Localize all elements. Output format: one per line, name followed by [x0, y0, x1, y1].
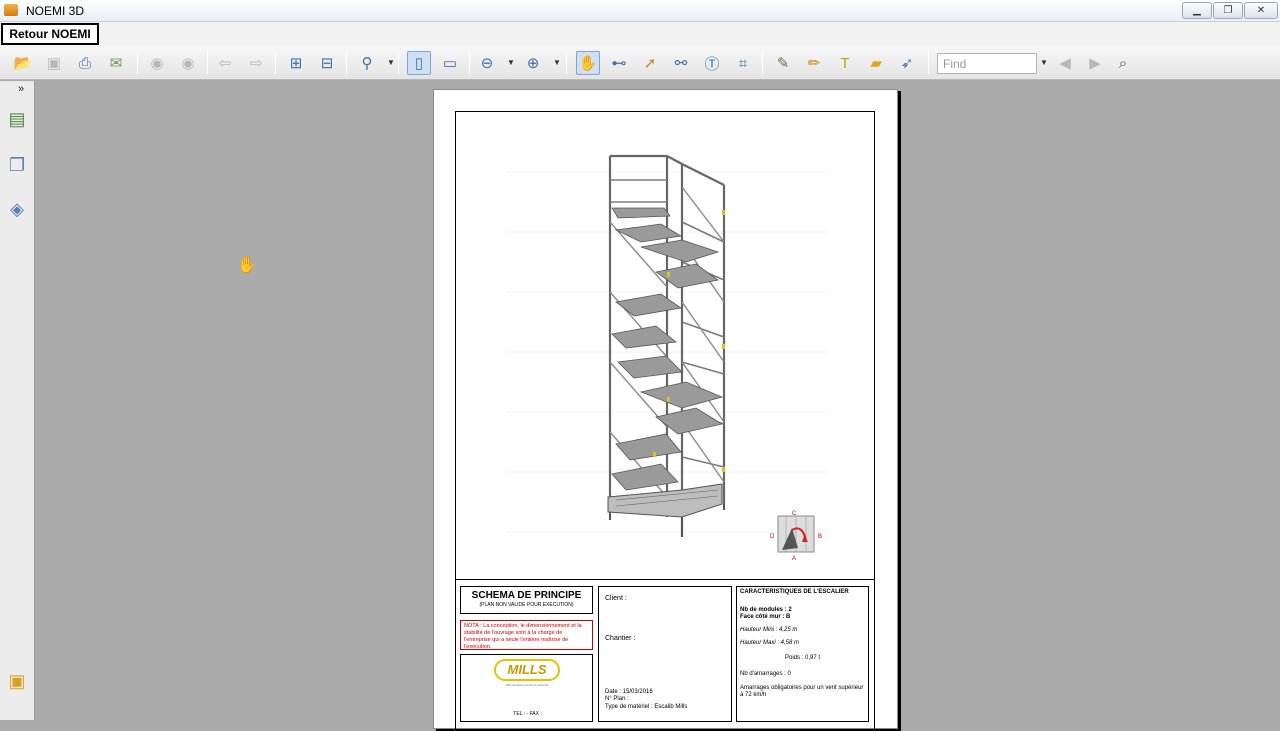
hauteur-mini: Hauteur Mini : 4,25 m: [740, 627, 798, 633]
snapshot-icon[interactable]: ⌗: [731, 51, 755, 75]
amarrages-note: Amarrages obligatoires pour un vent supé…: [740, 685, 864, 698]
side-panel: » ▤ ❐ ◈ ▣: [0, 81, 35, 720]
characteristics-box: CARACTERISTIQUES DE L'ESCALIER Nb de mod…: [736, 586, 869, 722]
schema-subtitle: (PLAN NON VALIDE POUR EXECUTION): [479, 602, 574, 608]
expand-panel-icon[interactable]: »: [18, 83, 24, 95]
schema-box: SCHEMA DE PRINCIPE (PLAN NON VALIDE POUR…: [460, 586, 593, 614]
reading-mode-icon[interactable]: ⊷: [607, 51, 631, 75]
plan-number-line: N° Plan :: [605, 696, 629, 702]
toolbar: 📂 ▣ ⎙ ✉ ◉ ◉ ⇦ ⇨ ⊞ ⊟ ⚲ ▼ ▯ ▭ ⊖ ▼ ⊕ ▼ ✋ ⊷ …: [0, 46, 1280, 80]
forward-icon[interactable]: ⇨: [244, 51, 268, 75]
drawing-frame: C A B D SCHEMA DE PRINCIPE (PLAN NON VAL…: [455, 111, 875, 731]
compass-label-d: D: [770, 534, 775, 540]
bookmarks-icon[interactable]: ❐: [6, 155, 28, 179]
face-cote-mur: Face côté mur : B: [740, 614, 791, 620]
print-icon[interactable]: ⎙: [73, 51, 97, 75]
poids: Poids : 0,97 t: [784, 655, 821, 661]
find-input[interactable]: Find: [937, 53, 1037, 74]
hand-tool-icon[interactable]: ✋: [576, 51, 600, 75]
find-dropdown-icon[interactable]: ▼: [1040, 58, 1048, 68]
schema-title: SCHEMA DE PRINCIPE: [471, 590, 582, 601]
window-title: NOEMI 3D: [26, 4, 85, 18]
layers-icon[interactable]: ◈: [6, 199, 28, 223]
nota-text: NOTA : La conception, le dimensionnement…: [460, 620, 593, 650]
arrow-icon[interactable]: ➶: [895, 51, 919, 75]
minimize-button[interactable]: ▁: [1182, 2, 1212, 19]
staircase-illustration: C A B D: [506, 154, 826, 562]
mills-logo: MILLS: [494, 659, 560, 681]
prev-page-icon[interactable]: ◉: [145, 51, 169, 75]
zoom-in-icon[interactable]: ⊕: [521, 51, 545, 75]
comment-icon[interactable]: ▰: [864, 51, 888, 75]
retour-noemi-button[interactable]: Retour NOEMI: [1, 23, 99, 45]
single-page-icon[interactable]: ▯: [407, 51, 431, 75]
stamp-icon[interactable]: ✎: [771, 51, 795, 75]
staircase-drawing: C A B D: [456, 112, 874, 580]
highlight-icon[interactable]: ✏: [802, 51, 826, 75]
select-icon[interactable]: ➚: [638, 51, 662, 75]
zoom-icon[interactable]: ⚲: [355, 51, 379, 75]
email-icon[interactable]: ✉: [104, 51, 128, 75]
save-icon[interactable]: ▣: [42, 51, 66, 75]
nb-amarrages: Nb d'amarrages : 0: [740, 671, 791, 677]
fit-page-icon[interactable]: ⊞: [284, 51, 308, 75]
date-line: Date : 15/03/2016: [605, 689, 653, 695]
pdf-page: C A B D SCHEMA DE PRINCIPE (PLAN NON VAL…: [433, 89, 898, 731]
back-icon[interactable]: ⇦: [213, 51, 237, 75]
binoculars-icon[interactable]: ⚯: [669, 51, 693, 75]
material-type-line: Type de matériel : Escalib Mills: [605, 704, 688, 710]
typewriter-icon[interactable]: T: [833, 51, 857, 75]
maximize-button[interactable]: ❐: [1213, 2, 1243, 19]
nb-modules: Nb de modules : 2: [740, 607, 792, 613]
zoom-dropdown-icon[interactable]: ▼: [387, 58, 395, 68]
search-icon[interactable]: ⌕: [1111, 51, 1135, 75]
next-page-icon[interactable]: ◉: [176, 51, 200, 75]
compass-label-c: C: [792, 511, 797, 517]
zoom-out-dropdown-icon[interactable]: ▼: [507, 58, 515, 68]
comments-icon[interactable]: ▣: [6, 671, 28, 695]
close-button[interactable]: ✕: [1244, 2, 1278, 19]
zoom-out-icon[interactable]: ⊖: [475, 51, 499, 75]
hand-cursor-icon: ✋: [237, 257, 257, 274]
find-next-icon[interactable]: ▶: [1083, 51, 1107, 75]
text-select-icon[interactable]: Ⓣ: [700, 51, 724, 75]
mills-tagline: Mills Solutions Accès & Sécurité: [505, 683, 549, 687]
app-icon: [4, 4, 18, 16]
hauteur-maxi: Hauteur Maxi : 4,58 m: [740, 640, 800, 646]
client-label: Client :: [605, 595, 627, 602]
compass-label-b: B: [818, 534, 822, 540]
pages-icon[interactable]: ▤: [6, 109, 28, 133]
tel-fax: TEL : - FAX :: [513, 711, 542, 717]
compass-label-a: A: [792, 556, 796, 562]
title-bar: NOEMI 3D ▁ ❐ ✕: [0, 0, 1280, 22]
client-box: Client : Chantier : Date : 15/03/2016 N°…: [598, 586, 732, 722]
characteristics-title: CARACTERISTIQUES DE L'ESCALIER: [740, 589, 849, 595]
find-prev-icon[interactable]: ◀: [1053, 51, 1077, 75]
zoom-in-dropdown-icon[interactable]: ▼: [553, 58, 561, 68]
document-view[interactable]: C A B D SCHEMA DE PRINCIPE (PLAN NON VAL…: [36, 81, 1280, 731]
fit-width-icon[interactable]: ⊟: [315, 51, 339, 75]
retour-bar: Retour NOEMI: [0, 22, 1280, 46]
logo-box: MILLS Mills Solutions Accès & Sécurité T…: [460, 654, 593, 722]
open-icon[interactable]: 📂: [11, 51, 35, 75]
chantier-label: Chantier :: [605, 635, 636, 642]
continuous-page-icon[interactable]: ▭: [438, 51, 462, 75]
